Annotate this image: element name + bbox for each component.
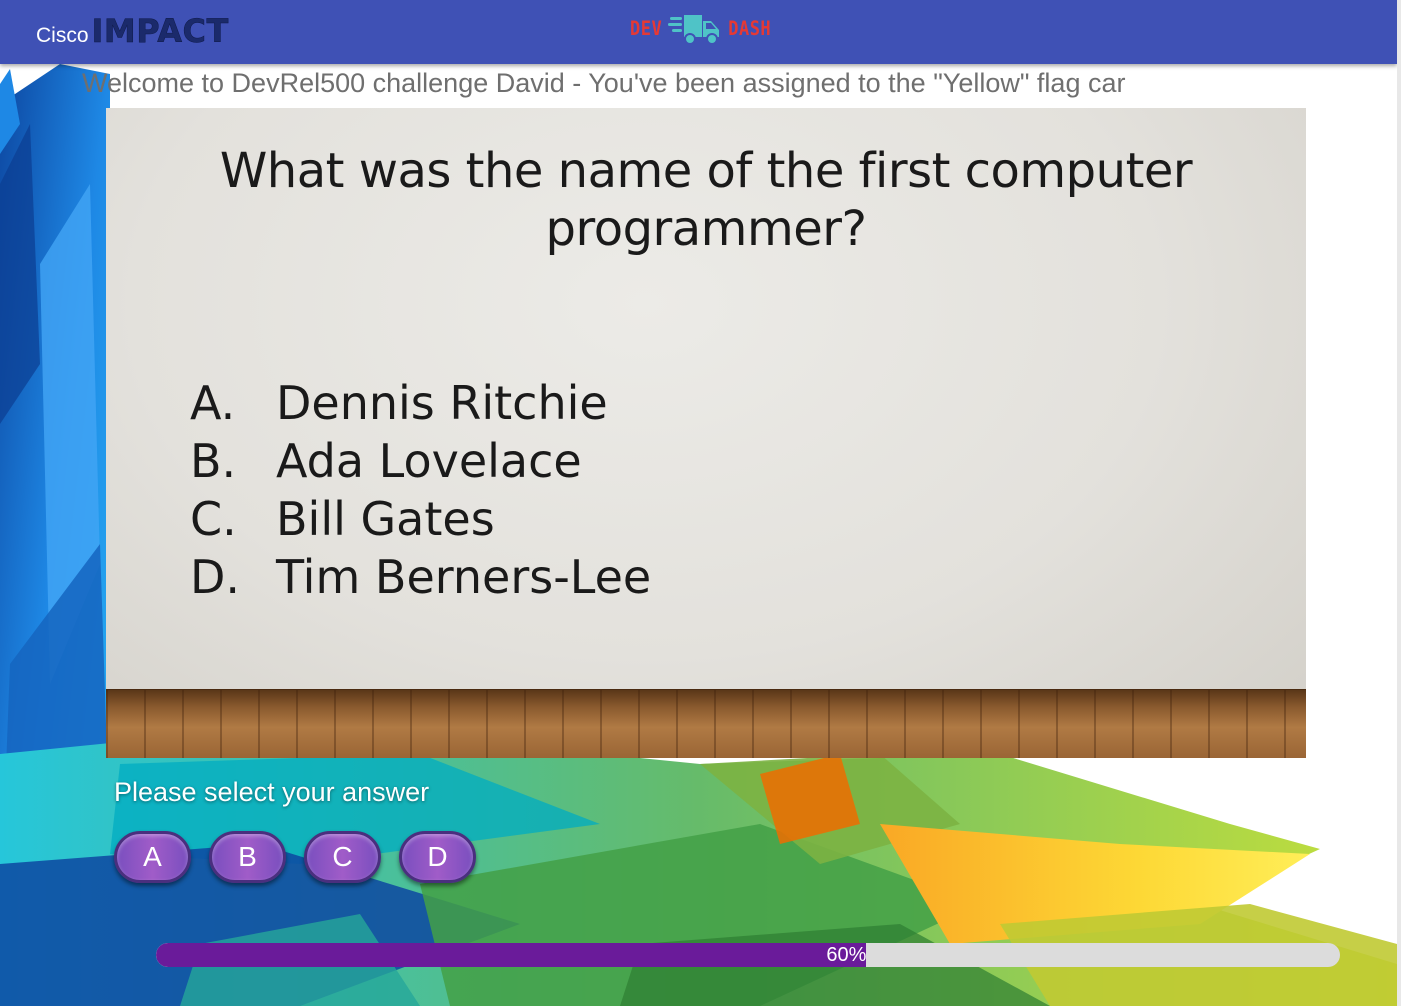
option-letter: A. bbox=[190, 376, 236, 430]
cisco-impact-logo[interactable]: Cisco IMPACT bbox=[36, 12, 229, 51]
question-slide: What was the name of the first computer … bbox=[106, 108, 1306, 758]
option-letter: C. bbox=[190, 492, 237, 546]
option-letter: B. bbox=[190, 434, 237, 488]
option-letter: D. bbox=[190, 550, 241, 604]
devdash-logo-right: DASH bbox=[728, 17, 772, 41]
answer-b-button[interactable]: B bbox=[209, 831, 286, 883]
delivery-truck-icon bbox=[668, 15, 720, 45]
option-c: C. Bill Gates bbox=[190, 490, 651, 548]
top-app-bar: Cisco IMPACT DEV DASH bbox=[0, 0, 1397, 64]
window-edge bbox=[1397, 0, 1401, 1006]
option-b: B. Ada Lovelace bbox=[190, 432, 651, 490]
option-text: Ada Lovelace bbox=[276, 434, 582, 488]
answer-prompt: Please select your answer bbox=[114, 777, 430, 807]
progress-bar: 60% bbox=[156, 943, 1340, 967]
progress-label: 60% bbox=[826, 944, 867, 966]
progress-fill: 60% bbox=[156, 943, 867, 967]
option-text: Bill Gates bbox=[276, 492, 495, 546]
devdash-logo-left: DEV bbox=[630, 17, 663, 41]
options-list: A. Dennis Ritchie B. Ada Lovelace C. Bil… bbox=[190, 374, 651, 606]
option-d: D. Tim Berners-Lee bbox=[190, 548, 651, 606]
question-line: What was the name of the first computer bbox=[219, 143, 1193, 199]
devdash-logo: DEV DASH bbox=[630, 11, 771, 47]
option-text: Tim Berners-Lee bbox=[276, 550, 652, 604]
answer-buttons: A B C D bbox=[114, 831, 476, 883]
brand-prefix: Cisco bbox=[36, 24, 89, 47]
option-a: A. Dennis Ritchie bbox=[190, 374, 651, 432]
welcome-message: Welcome to DevRel500 challenge David - Y… bbox=[82, 68, 1126, 98]
wooden-stage-floor bbox=[106, 690, 1306, 758]
answer-a-button[interactable]: A bbox=[114, 831, 191, 883]
answer-c-button[interactable]: C bbox=[304, 831, 381, 883]
answer-d-button[interactable]: D bbox=[399, 831, 476, 883]
question-text: What was the name of the first computer … bbox=[106, 142, 1306, 258]
question-line: programmer? bbox=[545, 201, 867, 257]
option-text: Dennis Ritchie bbox=[276, 376, 608, 430]
brand-name: IMPACT bbox=[91, 12, 229, 51]
